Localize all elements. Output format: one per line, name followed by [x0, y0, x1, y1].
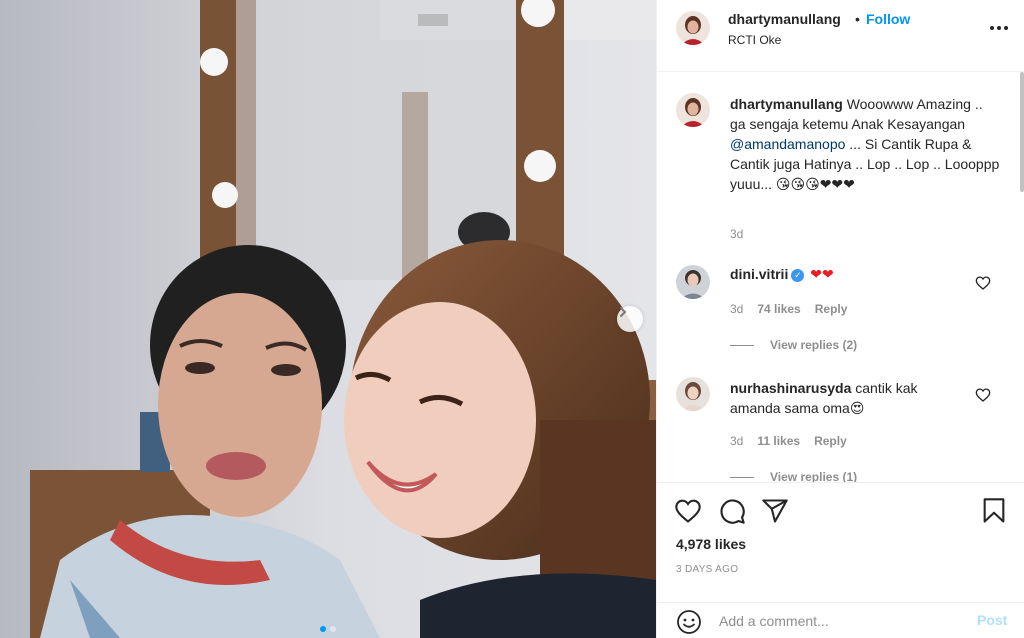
bookmark-icon [983, 498, 1005, 523]
avatar[interactable] [676, 265, 710, 299]
comment-item: dini.vitrii ✓ ❤❤ [730, 266, 834, 283]
post-photo[interactable] [0, 0, 656, 638]
more-horizontal-icon [990, 26, 1008, 30]
comment-username[interactable]: nurhashinarusyda [730, 380, 851, 396]
carousel-next-button[interactable] [617, 306, 643, 332]
reply-button[interactable]: Reply [815, 302, 848, 316]
post-date[interactable]: 3 DAYS AGO [676, 564, 738, 575]
reply-button[interactable]: Reply [814, 434, 847, 448]
comment-meta: 3d 11 likes Reply [730, 434, 847, 448]
comment-like-button[interactable] [975, 275, 991, 291]
avatar[interactable] [676, 377, 710, 411]
comment-icon [720, 499, 745, 524]
emoji-smiley-icon [677, 610, 701, 634]
comment-input[interactable] [719, 611, 959, 631]
carousel-dot [330, 626, 336, 632]
heart-icon [975, 276, 991, 290]
post-header: dhartymanullang • Follow RCTI Oke [657, 0, 1024, 72]
comment-text: ❤❤ [810, 266, 834, 282]
selfie-image [0, 0, 656, 638]
comment-time[interactable]: 3d [730, 434, 743, 448]
add-comment-bar: Post [657, 602, 1024, 638]
follow-button[interactable]: Follow [866, 11, 910, 27]
likes-count[interactable]: 4,978 likes [676, 536, 746, 552]
post-side-panel: dhartymanullang • Follow RCTI Oke dharty… [656, 0, 1024, 638]
post-comment-button[interactable]: Post [977, 612, 1007, 628]
comment-username[interactable]: dini.vitrii [730, 266, 788, 282]
post-dialog: dhartymanullang • Follow RCTI Oke dharty… [0, 0, 1024, 638]
like-button[interactable] [674, 497, 702, 525]
comment-time[interactable]: 3d [730, 302, 743, 316]
replies-divider [730, 476, 754, 478]
view-replies-button[interactable]: View replies (1) [730, 470, 857, 482]
avatar[interactable] [676, 11, 710, 45]
heart-icon [675, 499, 701, 523]
comment-item: nurhashinarusyda cantik kak amanda sama … [730, 378, 970, 418]
save-button[interactable] [980, 497, 1008, 525]
comments-list[interactable]: dhartymanullang Wooowww Amazing .. ga se… [657, 72, 1024, 482]
verified-badge-icon: ✓ [791, 269, 805, 282]
heart-icon [975, 388, 991, 402]
comment-meta: 3d 74 likes Reply [730, 302, 847, 316]
comment-likes[interactable]: 74 likes [757, 302, 800, 316]
view-replies-label: View replies (1) [770, 470, 858, 482]
comment-button[interactable] [718, 497, 746, 525]
share-icon [762, 499, 788, 523]
post-actions: 4,978 likes 3 DAYS AGO [657, 482, 1024, 604]
carousel-indicator [0, 626, 656, 632]
chevron-right-icon [620, 307, 627, 317]
caption-time[interactable]: 3d [730, 227, 743, 241]
caption-mention-link[interactable]: @amandamanopo [730, 136, 845, 152]
more-options-button[interactable] [987, 18, 1011, 38]
view-replies-label: View replies (2) [770, 338, 858, 352]
share-button[interactable] [761, 497, 789, 525]
caption-emojis: 😘😘😘❤❤❤ [775, 176, 855, 192]
replies-divider [730, 344, 754, 346]
comment-likes[interactable]: 11 likes [757, 434, 800, 448]
post-location[interactable]: RCTI Oke [728, 33, 781, 47]
comment-like-button[interactable] [975, 387, 991, 403]
post-caption: dhartymanullang Wooowww Amazing .. ga se… [730, 94, 1000, 194]
comments-scrollbar[interactable] [1020, 72, 1024, 192]
emoji-button[interactable] [676, 609, 702, 635]
view-replies-button[interactable]: View replies (2) [730, 338, 857, 352]
avatar[interactable] [676, 93, 710, 127]
carousel-dot-active [320, 626, 326, 632]
separator-dot: • [855, 11, 860, 27]
post-author-username[interactable]: dhartymanullang [728, 11, 841, 27]
caption-username[interactable]: dhartymanullang [730, 96, 843, 112]
